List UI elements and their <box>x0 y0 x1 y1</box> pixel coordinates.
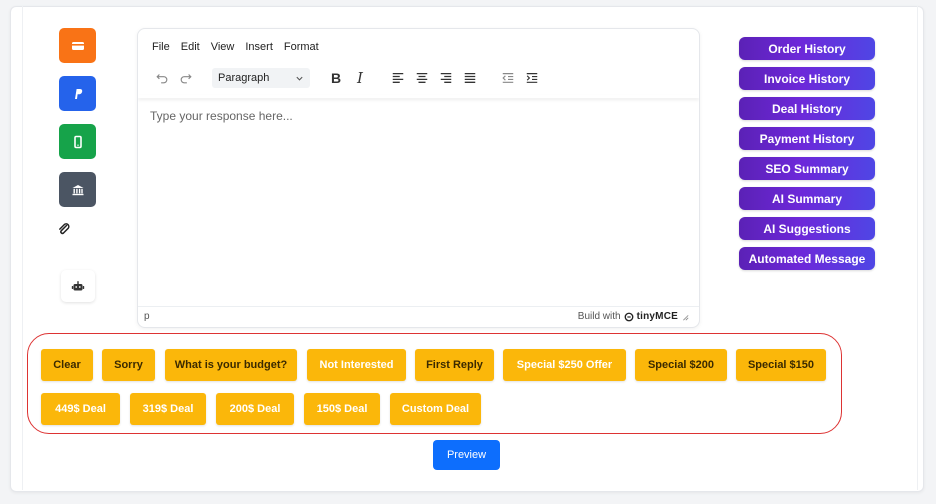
quick-reply-special-200[interactable]: Special $200 <box>635 349 727 381</box>
menu-edit[interactable]: Edit <box>181 41 200 53</box>
align-center-button[interactable] <box>410 67 434 89</box>
resize-handle-icon[interactable] <box>681 313 689 321</box>
undo-icon <box>156 74 168 84</box>
quick-reply-first-reply[interactable]: First Reply <box>415 349 494 381</box>
invoice-history-button[interactable]: Invoice History <box>739 67 875 90</box>
seo-summary-button[interactable]: SEO Summary <box>739 157 875 180</box>
indent-button[interactable] <box>520 67 544 89</box>
quick-reply-deal-319[interactable]: 319$ Deal <box>130 393 206 425</box>
quick-reply-special-250[interactable]: Special $250 Offer <box>503 349 626 381</box>
align-left-icon <box>392 72 404 83</box>
menu-insert[interactable]: Insert <box>245 41 273 53</box>
align-justify-icon <box>464 72 476 83</box>
align-right-icon <box>440 72 452 83</box>
block-format-value: Paragraph <box>218 72 270 84</box>
undo-button[interactable] <box>150 67 174 89</box>
ai-summary-button[interactable]: AI Summary <box>739 187 875 210</box>
editor-content-area[interactable]: Type your response here... <box>150 109 680 123</box>
order-history-button[interactable]: Order History <box>739 37 875 60</box>
automated-message-button[interactable]: Automated Message <box>739 247 875 270</box>
editor-toolbar: Paragraph B I <box>150 67 544 89</box>
quick-reply-budget[interactable]: What is your budget? <box>165 349 297 381</box>
redo-button[interactable] <box>174 67 198 89</box>
menu-format[interactable]: Format <box>284 41 319 53</box>
quick-reply-special-150[interactable]: Special $150 <box>736 349 826 381</box>
block-format-select[interactable]: Paragraph <box>212 68 310 88</box>
branding-name: tinyMCE <box>636 311 678 322</box>
quick-reply-custom-deal[interactable]: Custom Deal <box>390 393 481 425</box>
deal-history-button[interactable]: Deal History <box>739 97 875 120</box>
indent-icon <box>526 73 538 83</box>
italic-button[interactable]: I <box>348 67 372 89</box>
quick-reply-deal-449[interactable]: 449$ Deal <box>41 393 120 425</box>
editor-statusbar: p Build with tinyMCE <box>138 306 699 327</box>
align-right-button[interactable] <box>434 67 458 89</box>
align-left-button[interactable] <box>386 67 410 89</box>
menu-view[interactable]: View <box>211 41 235 53</box>
redo-icon <box>180 74 192 84</box>
quick-reply-sorry[interactable]: Sorry <box>102 349 155 381</box>
attachment-button[interactable] <box>56 221 72 237</box>
rich-text-editor: File Edit View Insert Format Paragraph B… <box>137 28 700 328</box>
ai-suggestions-button[interactable]: AI Suggestions <box>739 217 875 240</box>
credit-card-icon <box>71 41 84 50</box>
quick-reply-deal-200[interactable]: 200$ Deal <box>216 393 294 425</box>
tinymce-branding[interactable]: Build with tinyMCE <box>578 311 689 322</box>
editor-placeholder: Type your response here... <box>150 109 293 123</box>
robot-icon <box>71 281 85 291</box>
paypal-button[interactable] <box>59 76 96 111</box>
align-center-icon <box>416 72 428 83</box>
bold-button[interactable]: B <box>324 67 348 89</box>
outdent-icon <box>502 73 514 83</box>
element-path[interactable]: p <box>144 311 150 322</box>
chevron-down-icon <box>296 76 303 81</box>
quick-reply-clear[interactable]: Clear <box>41 349 93 381</box>
paypal-icon <box>74 88 82 99</box>
quick-reply-not-interested[interactable]: Not Interested <box>307 349 406 381</box>
ai-bot-button[interactable] <box>61 270 95 302</box>
credit-card-button[interactable] <box>59 28 96 63</box>
bank-transfer-button[interactable] <box>59 172 96 207</box>
outdent-button[interactable] <box>496 67 520 89</box>
menu-file[interactable]: File <box>152 41 170 53</box>
bank-icon <box>72 184 83 195</box>
tinymce-logo-icon <box>624 312 634 321</box>
toolbar-divider <box>138 95 699 98</box>
branding-prefix: Build with <box>577 311 621 322</box>
quick-reply-deal-150[interactable]: 150$ Deal <box>304 393 380 425</box>
align-justify-button[interactable] <box>458 67 482 89</box>
payment-history-button[interactable]: Payment History <box>739 127 875 150</box>
mobile-phone-icon <box>73 135 82 148</box>
paperclip-icon <box>59 223 70 235</box>
mobile-payment-button[interactable] <box>59 124 96 159</box>
editor-menubar: File Edit View Insert Format <box>152 41 319 53</box>
preview-button[interactable]: Preview <box>433 440 500 470</box>
